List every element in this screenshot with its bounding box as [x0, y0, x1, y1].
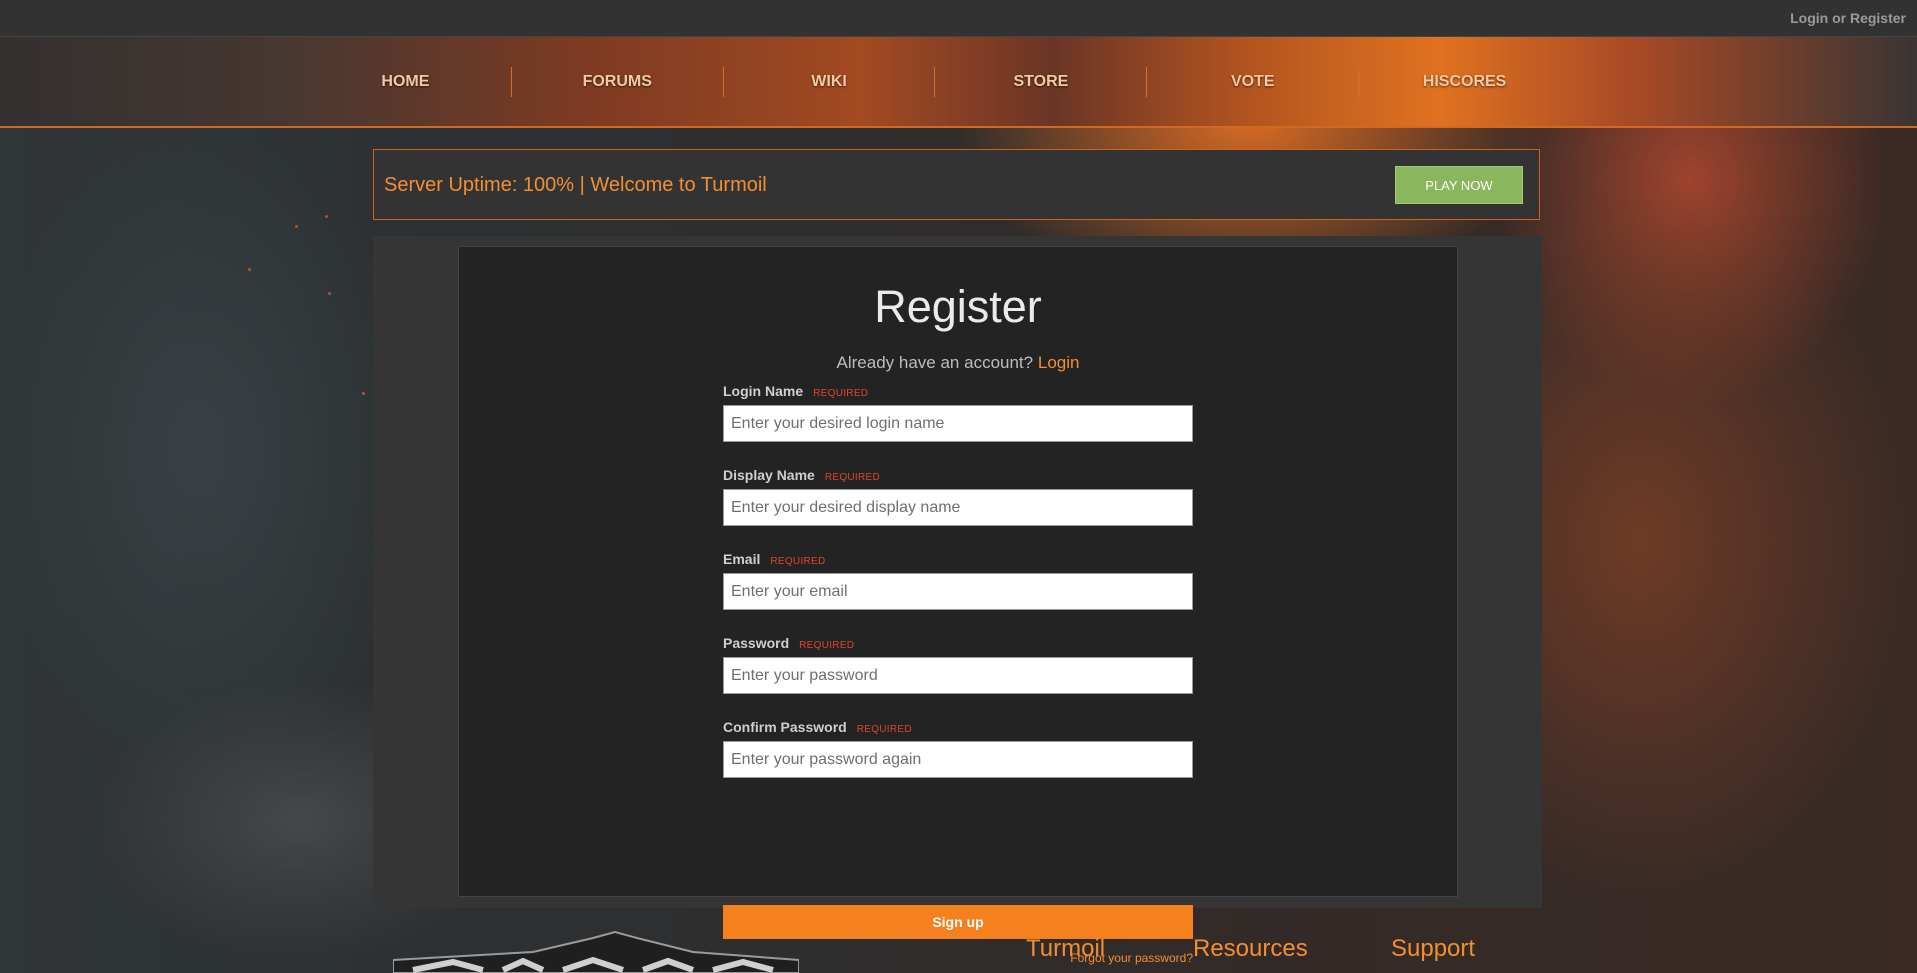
- password-input[interactable]: [723, 657, 1193, 694]
- ember-particle: [248, 268, 251, 271]
- field-label-text: Password: [723, 635, 790, 651]
- footer-heading-support: Support: [1391, 935, 1476, 962]
- field-label-text: Confirm Password: [723, 719, 847, 735]
- field-label: Password REQUIRED: [723, 635, 854, 651]
- nav-forums[interactable]: FORUMS: [512, 37, 723, 126]
- register-form: Login NameREQUIRED Display NameREQUIRED …: [723, 383, 1193, 965]
- field-confirm-password: Confirm Password REQUIRED: [723, 719, 1193, 803]
- field-label: Confirm Password REQUIRED: [723, 719, 912, 735]
- field-label-text: Email: [723, 551, 761, 567]
- display-name-input[interactable]: [723, 489, 1193, 526]
- ember-particle: [295, 225, 298, 228]
- required-tag: REQUIRED: [856, 724, 912, 735]
- ember-particle: [362, 392, 365, 395]
- login-prompt: Already have an account? Login: [459, 353, 1457, 373]
- login-name-input[interactable]: [723, 405, 1193, 442]
- field-label: Email REQUIRED: [723, 551, 826, 567]
- login-register-link[interactable]: Login or Register: [1790, 10, 1906, 26]
- field-label-text: Login Name: [723, 383, 804, 399]
- register-card: Register Already have an account? Login …: [458, 246, 1458, 965]
- field-email: Email REQUIRED: [723, 551, 1193, 635]
- logo-emblem-icon: [393, 930, 799, 973]
- required-tag: REQUIRED: [813, 388, 869, 399]
- email-input[interactable]: [723, 573, 1193, 610]
- login-link[interactable]: Login: [1038, 353, 1080, 372]
- top-bar: Login or Register: [0, 0, 1917, 37]
- footer-heading-turmoil: Turmoil: [1026, 935, 1106, 962]
- required-tag: REQUIRED: [824, 472, 881, 483]
- confirm-password-input[interactable]: [723, 741, 1193, 778]
- login-prompt-text: Already have an account?: [836, 353, 1034, 372]
- footer-logo: [393, 930, 799, 973]
- nav-list: HOME FORUMS WIKI STORE VOTE HISCORES: [300, 37, 1570, 126]
- page-title: Register: [874, 281, 1042, 332]
- field-label: Display Name REQUIRED: [723, 467, 880, 483]
- ember-particle: [328, 292, 331, 295]
- field-password: Password REQUIRED: [723, 635, 1193, 719]
- footer-heading-resources: Resources: [1193, 935, 1308, 962]
- nav-home[interactable]: HOME: [300, 37, 511, 126]
- field-display-name: Display Name REQUIRED: [723, 467, 1193, 551]
- required-tag: REQUIRED: [799, 640, 855, 651]
- ember-particle: [325, 215, 328, 218]
- play-now-button[interactable]: PLAY NOW: [1395, 166, 1523, 204]
- announcement-bar: Server Uptime: 100% | Welcome to Turmoil…: [373, 149, 1540, 220]
- nav-vote[interactable]: VOTE: [1147, 37, 1358, 126]
- field-label-text: Display Name: [723, 467, 815, 483]
- required-tag: REQUIRED: [770, 556, 826, 567]
- nav-store[interactable]: STORE: [935, 37, 1146, 126]
- field-login-name: Login Name REQUIRED: [723, 383, 1193, 467]
- server-status-text: Server Uptime: 100% | Welcome to Turmoil: [384, 174, 767, 196]
- main-content: Register Already have an account? Login …: [373, 236, 1542, 965]
- main-nav: HOME FORUMS WIKI STORE VOTE HISCORES: [0, 37, 1917, 128]
- field-label: Login Name REQUIRED: [723, 383, 868, 399]
- nav-wiki[interactable]: WIKI: [724, 37, 935, 126]
- nav-hiscores[interactable]: HISCORES: [1359, 37, 1570, 126]
